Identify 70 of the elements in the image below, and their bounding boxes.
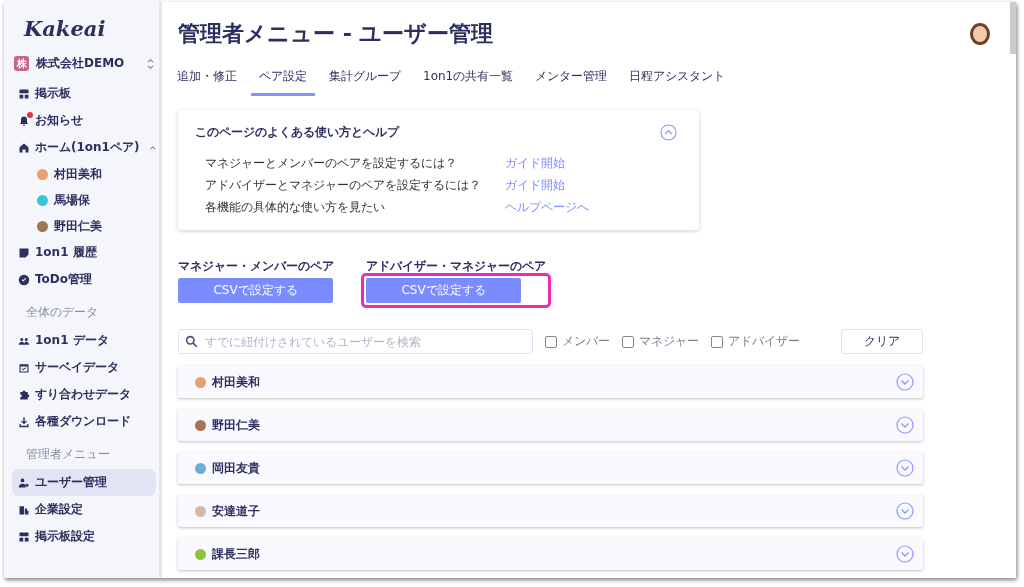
expand-icon[interactable] bbox=[896, 373, 914, 391]
help-question: 各機能の具体的な使い方を見たい bbox=[205, 199, 386, 216]
expand-icon[interactable] bbox=[896, 416, 914, 434]
collapse-icon[interactable] bbox=[660, 124, 677, 141]
checkbox[interactable] bbox=[545, 335, 557, 348]
expand-icon[interactable] bbox=[896, 545, 914, 563]
board-icon bbox=[18, 87, 30, 100]
nav-item[interactable]: 掲示板設定 bbox=[12, 523, 156, 550]
clear-button[interactable]: クリア bbox=[841, 329, 923, 354]
user-row[interactable]: 岡田友貴 bbox=[178, 452, 923, 484]
user-row[interactable]: 村田美和 bbox=[178, 366, 923, 398]
page-title: 管理者メニュー - ユーザー管理 bbox=[178, 20, 494, 48]
filter-checkbox[interactable]: アドバイザー bbox=[711, 333, 800, 350]
company-selector[interactable]: 株 株式会社DEMO bbox=[14, 55, 154, 72]
note-icon bbox=[18, 246, 30, 259]
user-name: 野田仁美 bbox=[212, 416, 261, 434]
nav-item[interactable]: 掲示板 bbox=[12, 80, 156, 107]
tab[interactable]: 集計グループ bbox=[321, 62, 409, 96]
nav-item[interactable]: 1on1 履歴 bbox=[12, 239, 156, 266]
tab[interactable]: 日程アシスタント bbox=[621, 62, 734, 96]
building-icon bbox=[18, 503, 30, 516]
expand-icon[interactable] bbox=[896, 502, 914, 520]
tab[interactable]: 1on1の共有一覧 bbox=[415, 62, 522, 96]
checkbox[interactable] bbox=[622, 335, 634, 348]
sort-icon bbox=[147, 57, 154, 70]
nav-item[interactable]: 馬場保 bbox=[37, 187, 159, 213]
nav-item[interactable]: 企業設定 bbox=[12, 496, 156, 523]
checkbox[interactable] bbox=[711, 335, 723, 348]
nav-item[interactable]: 村田美和 bbox=[37, 161, 159, 187]
nav-item[interactable]: ToDo管理 bbox=[12, 266, 156, 293]
tab[interactable]: 追加・修正 bbox=[169, 62, 245, 96]
user-icon bbox=[18, 476, 30, 489]
download-icon bbox=[18, 415, 30, 428]
calendar-icon bbox=[18, 361, 30, 374]
section-title: アドバイザー・マネジャーのペア bbox=[366, 258, 546, 274]
search-field[interactable]: すでに紐付けされているユーザーを検索 bbox=[178, 329, 533, 354]
home-icon bbox=[18, 141, 30, 154]
user-name: 岡田友貴 bbox=[212, 459, 261, 477]
user-name: 安達道子 bbox=[212, 502, 261, 520]
user-row[interactable]: 野田仁美 bbox=[178, 409, 923, 441]
nav-item[interactable]: すり合わせデータ bbox=[12, 381, 156, 408]
kakeai-logo: Kakeai bbox=[24, 16, 107, 43]
nav-item[interactable]: 1on1 データ bbox=[12, 327, 156, 354]
nav-item[interactable]: ユーザー管理 bbox=[12, 469, 156, 496]
board-icon bbox=[18, 530, 30, 543]
help-question: アドバイザーとマネジャーのペアを設定するには？ bbox=[205, 177, 482, 194]
filter-checkbox[interactable]: マネジャー bbox=[622, 333, 699, 350]
section-heading: 管理者メニュー bbox=[26, 446, 111, 463]
bell-icon bbox=[18, 114, 30, 127]
user-name: 村田美和 bbox=[212, 373, 261, 391]
help-question: マネジャーとメンバーのペアを設定するには？ bbox=[205, 155, 458, 172]
nav-item[interactable]: ホーム(1on1ペア) bbox=[12, 134, 156, 161]
nav-item[interactable]: 各種ダウンロード bbox=[12, 408, 156, 435]
user-row[interactable]: 安達道子 bbox=[178, 495, 923, 527]
nav-item[interactable]: お知らせ bbox=[12, 107, 156, 134]
nav-item[interactable]: 野田仁美 bbox=[37, 213, 159, 239]
nav-item[interactable]: サーベイデータ bbox=[12, 354, 156, 381]
user-row[interactable]: 課長三郎 bbox=[178, 538, 923, 570]
user-name: 課長三郎 bbox=[212, 545, 261, 563]
tab[interactable]: ペア設定 bbox=[251, 62, 315, 96]
search-icon bbox=[185, 335, 198, 348]
puzzle-icon bbox=[18, 388, 30, 401]
check-icon bbox=[18, 273, 30, 286]
user-avatar[interactable] bbox=[970, 23, 990, 45]
tab[interactable]: メンター管理 bbox=[527, 62, 616, 96]
section-title: マネジャー・メンバーのペア bbox=[178, 258, 334, 274]
help-title: このページのよくある使い方とヘルプ bbox=[195, 124, 399, 141]
section-heading: 全体のデータ bbox=[26, 304, 99, 321]
filter-checkbox[interactable]: メンバー bbox=[545, 333, 610, 350]
expand-icon[interactable] bbox=[896, 459, 914, 477]
